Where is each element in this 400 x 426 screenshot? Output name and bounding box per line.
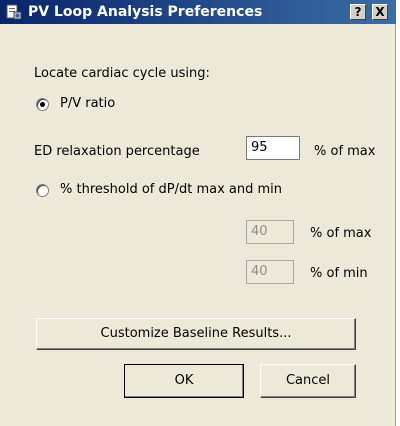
cancel-button[interactable]: Cancel [260,364,356,398]
threshold-min-unit: % of min [310,266,368,281]
close-button[interactable]: X [372,4,388,20]
ed-relaxation-unit: % of max [314,144,376,159]
radio-selected-dot [40,102,45,107]
threshold-max-input[interactable]: 40 [246,220,294,244]
locate-heading: Locate cardiac cycle using: [34,66,210,81]
threshold-radio[interactable] [36,184,49,197]
ok-button[interactable]: OK [124,364,244,398]
pv-ratio-radio[interactable] [36,98,49,111]
threshold-min-input[interactable]: 40 [246,260,294,284]
customize-baseline-button[interactable]: Customize Baseline Results... [36,318,356,350]
help-button[interactable]: ? [350,4,366,20]
title-bar[interactable]: PV Loop Analysis Preferences ? X [0,0,396,24]
threshold-max-unit: % of max [310,226,372,241]
app-document-icon [6,4,22,20]
threshold-label[interactable]: % threshold of dP/dt max and min [60,182,282,197]
preferences-dialog: PV Loop Analysis Preferences ? X Locate … [0,0,396,426]
ed-relaxation-input[interactable]: 95 [246,136,300,160]
window-title: PV Loop Analysis Preferences [28,4,263,20]
ed-relaxation-label: ED relaxation percentage [34,144,200,159]
pv-ratio-label[interactable]: P/V ratio [60,96,115,111]
